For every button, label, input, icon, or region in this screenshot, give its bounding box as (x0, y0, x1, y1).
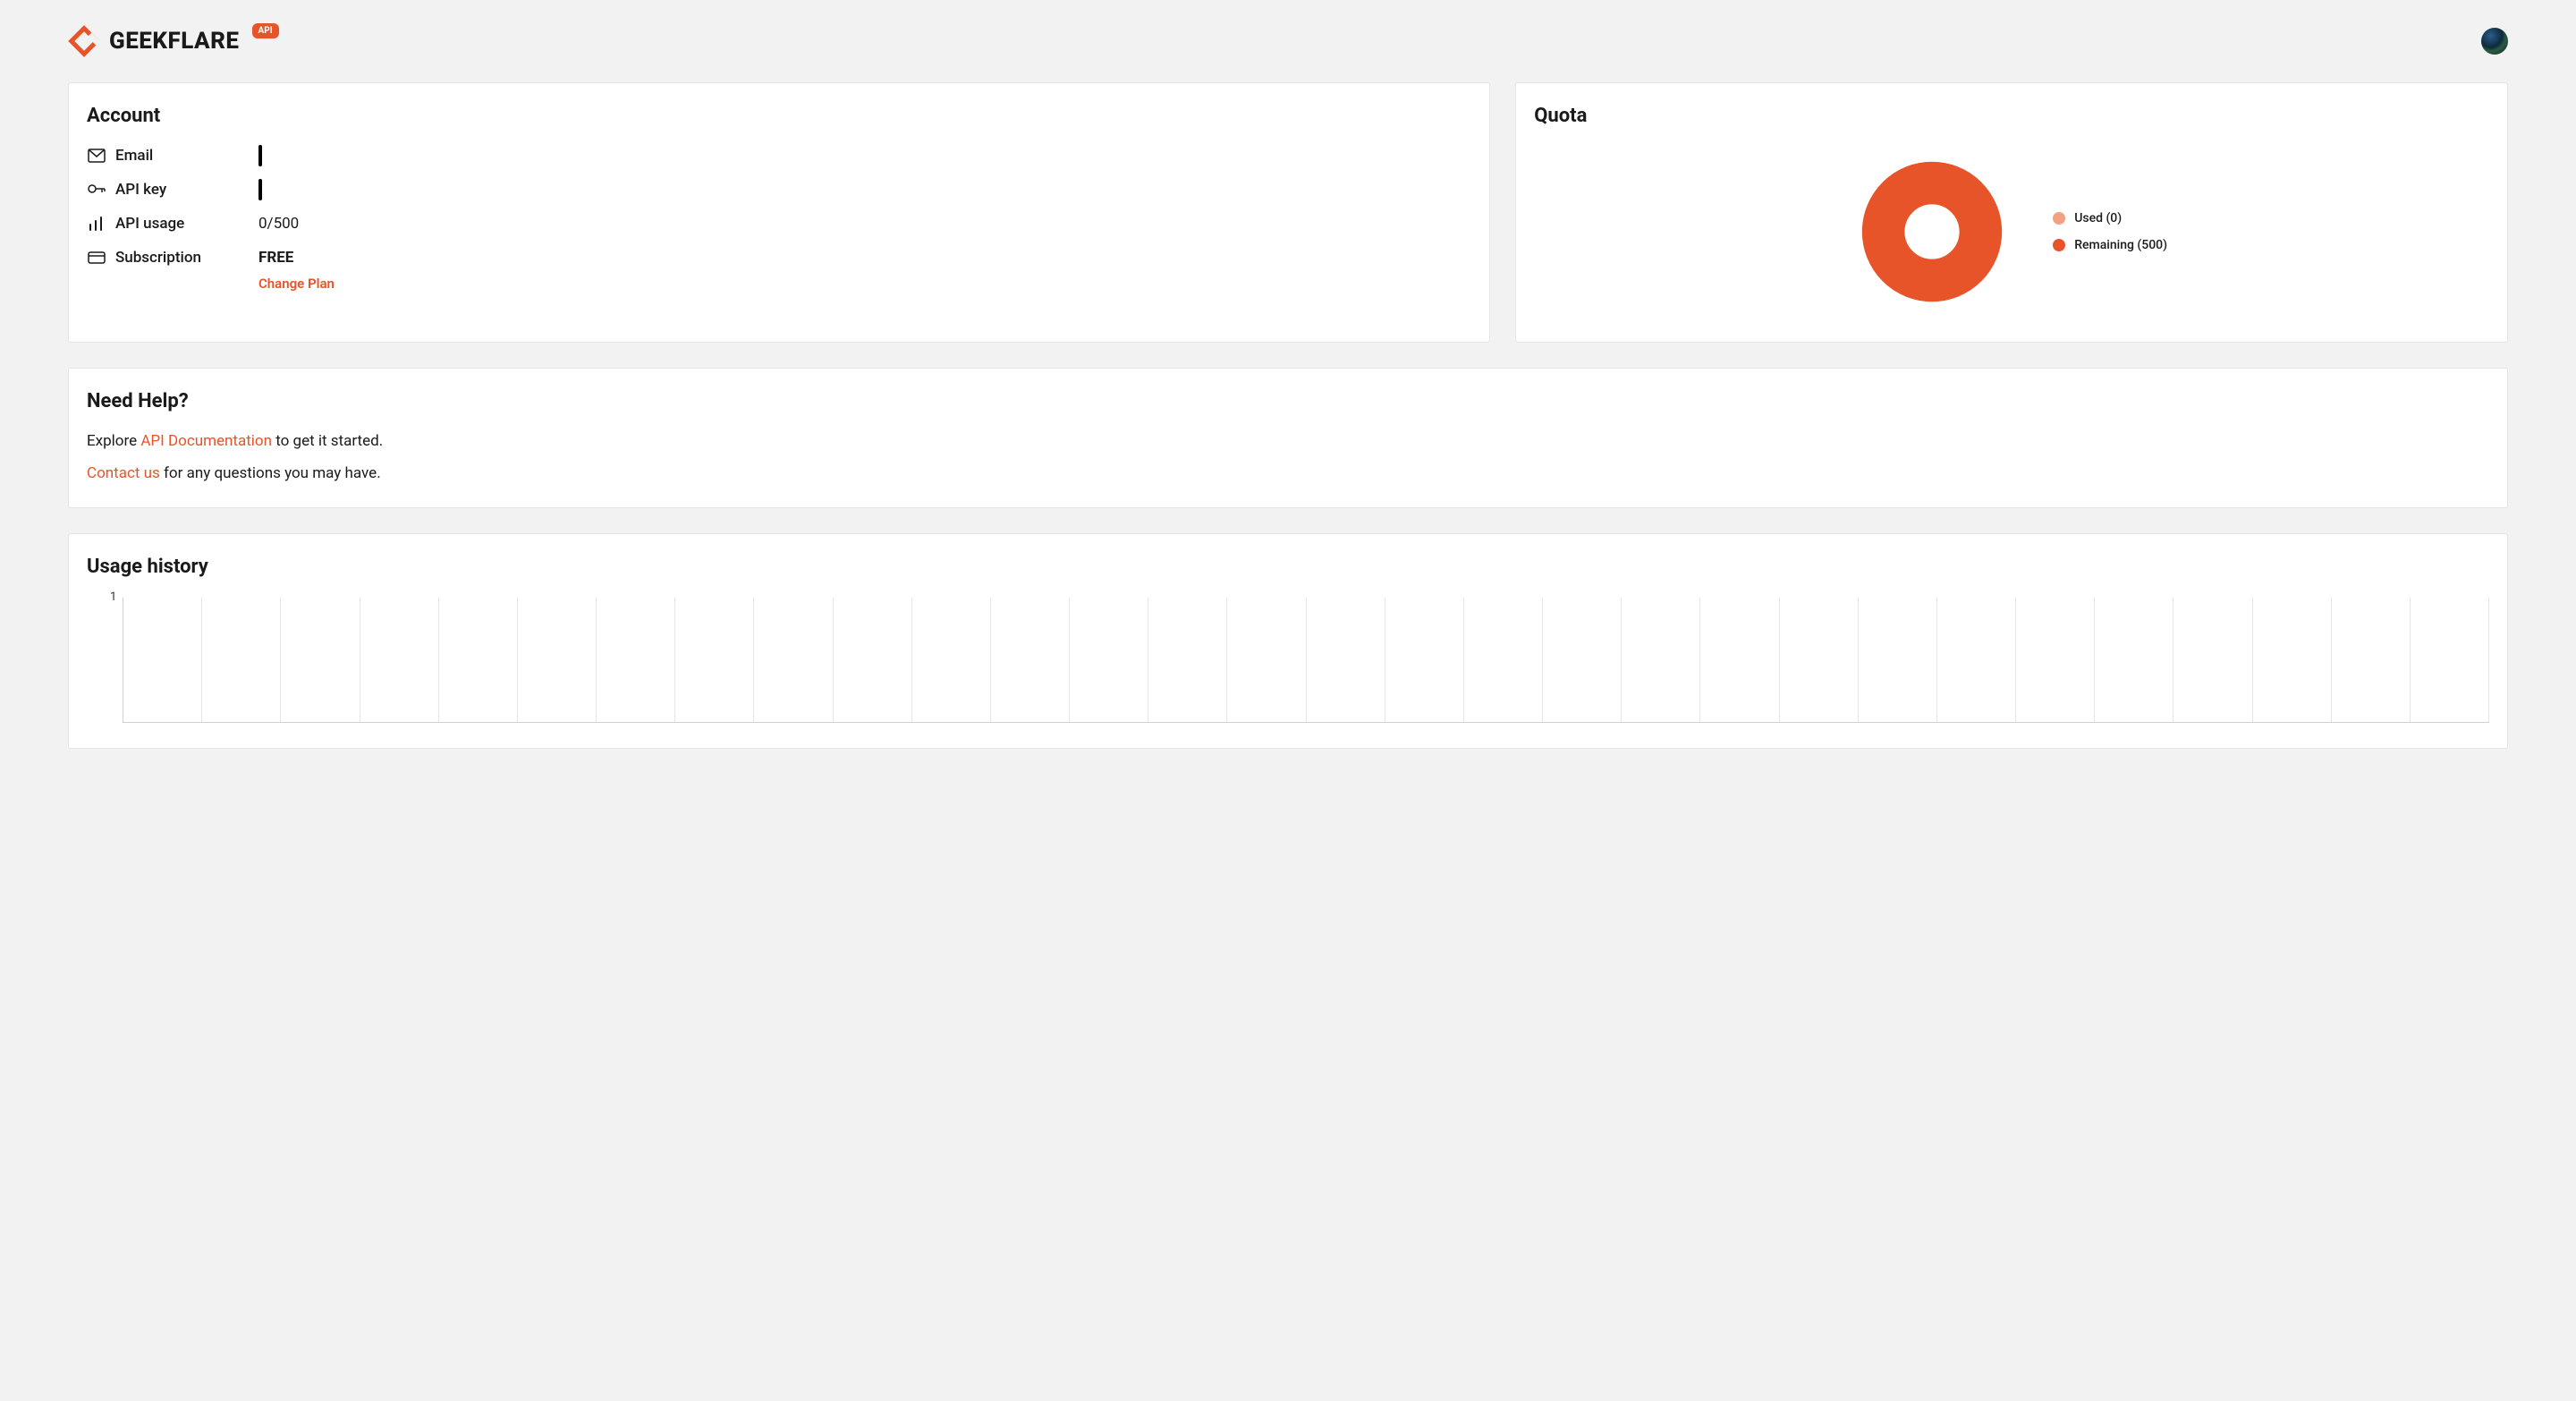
api-badge: API (252, 23, 279, 38)
chart-column (2411, 598, 2489, 722)
quota-legend: Used (0) Remaining (500) (2053, 211, 2167, 252)
chart-column (123, 598, 202, 722)
chart-column (281, 598, 360, 722)
subscription-label: Subscription (115, 249, 258, 267)
help-line2-post: for any questions you may have. (160, 464, 381, 482)
y-axis-tick: 1 (110, 590, 116, 604)
subscription-plan: FREE (258, 249, 293, 267)
history-chart: 1 (123, 598, 2489, 723)
help-card: Need Help? Explore API Documentation to … (68, 368, 2508, 508)
help-line1-post: to get it started. (272, 432, 383, 450)
apikey-label: API key (115, 181, 258, 199)
key-icon (87, 183, 106, 195)
chart-column (1464, 598, 1543, 722)
chart-column (1385, 598, 1464, 722)
quota-body: Used (0) Remaining (500) (1534, 147, 2489, 317)
help-line-1: Explore API Documentation to get it star… (87, 432, 2489, 450)
chart-column (834, 598, 912, 722)
top-row: Account Email API key (68, 82, 2508, 343)
api-docs-link[interactable]: API Documentation (140, 432, 272, 450)
redacted-email (258, 145, 262, 166)
change-plan-link[interactable]: Change Plan (258, 276, 335, 292)
redacted-apikey (258, 179, 262, 200)
history-title: Usage history (87, 556, 2489, 578)
usage-value: 0/500 (258, 215, 299, 233)
quota-title: Quota (1534, 105, 2489, 127)
legend-used: Used (0) (2053, 211, 2167, 225)
quota-donut-chart (1856, 156, 2008, 308)
chart-column (202, 598, 281, 722)
chart-column (597, 598, 675, 722)
chart-column (1937, 598, 2016, 722)
chart-column (1307, 598, 1385, 722)
chart-column (2016, 598, 2095, 722)
geekflare-logo-icon (68, 25, 100, 57)
legend-dot-used (2053, 212, 2065, 225)
email-label: Email (115, 147, 258, 165)
brand-name: GEEKFLARE (109, 28, 240, 55)
avatar[interactable] (2481, 28, 2508, 55)
chart-column (2253, 598, 2332, 722)
chart-column (1148, 598, 1227, 722)
legend-remaining-label: Remaining (500) (2074, 238, 2167, 252)
main-content: Account Email API key (0, 82, 2576, 785)
chart-column (675, 598, 754, 722)
chart-column (2332, 598, 2411, 722)
quota-card: Quota Used (0) Remaining (500) (1515, 82, 2508, 343)
usage-label: API usage (115, 215, 258, 233)
chart-column (1700, 598, 1779, 722)
logo[interactable]: GEEKFLARE API (68, 25, 279, 57)
account-row-apikey: API key (87, 181, 1471, 199)
account-card: Account Email API key (68, 82, 1490, 343)
chart-column (439, 598, 518, 722)
account-row-usage: API usage 0/500 (87, 215, 1471, 233)
email-value (258, 147, 262, 165)
chart-column (518, 598, 597, 722)
legend-dot-remaining (2053, 239, 2065, 251)
chart-column (2095, 598, 2174, 722)
chart-column (991, 598, 1070, 722)
subscription-value: FREE Change Plan (258, 249, 335, 292)
chart-column (360, 598, 439, 722)
chart-grid (123, 598, 2489, 723)
legend-remaining: Remaining (500) (2053, 238, 2167, 252)
account-row-email: Email (87, 147, 1471, 165)
account-title: Account (87, 105, 1471, 127)
chart-column (1543, 598, 1622, 722)
chart-column (754, 598, 833, 722)
header: GEEKFLARE API (0, 0, 2576, 82)
apikey-value (258, 181, 262, 199)
help-line1-pre: Explore (87, 432, 140, 450)
email-icon (87, 149, 106, 163)
help-line-2: Contact us for any questions you may hav… (87, 464, 2489, 482)
chart-column (1070, 598, 1148, 722)
help-title: Need Help? (87, 390, 2489, 412)
usage-history-card: Usage history 1 (68, 533, 2508, 749)
chart-column (1859, 598, 1937, 722)
bars-icon (87, 217, 106, 231)
card-icon (87, 250, 106, 265)
legend-used-label: Used (0) (2074, 211, 2122, 225)
contact-us-link[interactable]: Contact us (87, 464, 160, 482)
chart-column (2174, 598, 2252, 722)
chart-column (1780, 598, 1859, 722)
chart-column (912, 598, 991, 722)
chart-column (1227, 598, 1306, 722)
account-row-subscription: Subscription FREE Change Plan (87, 249, 1471, 292)
chart-column (1622, 598, 1700, 722)
